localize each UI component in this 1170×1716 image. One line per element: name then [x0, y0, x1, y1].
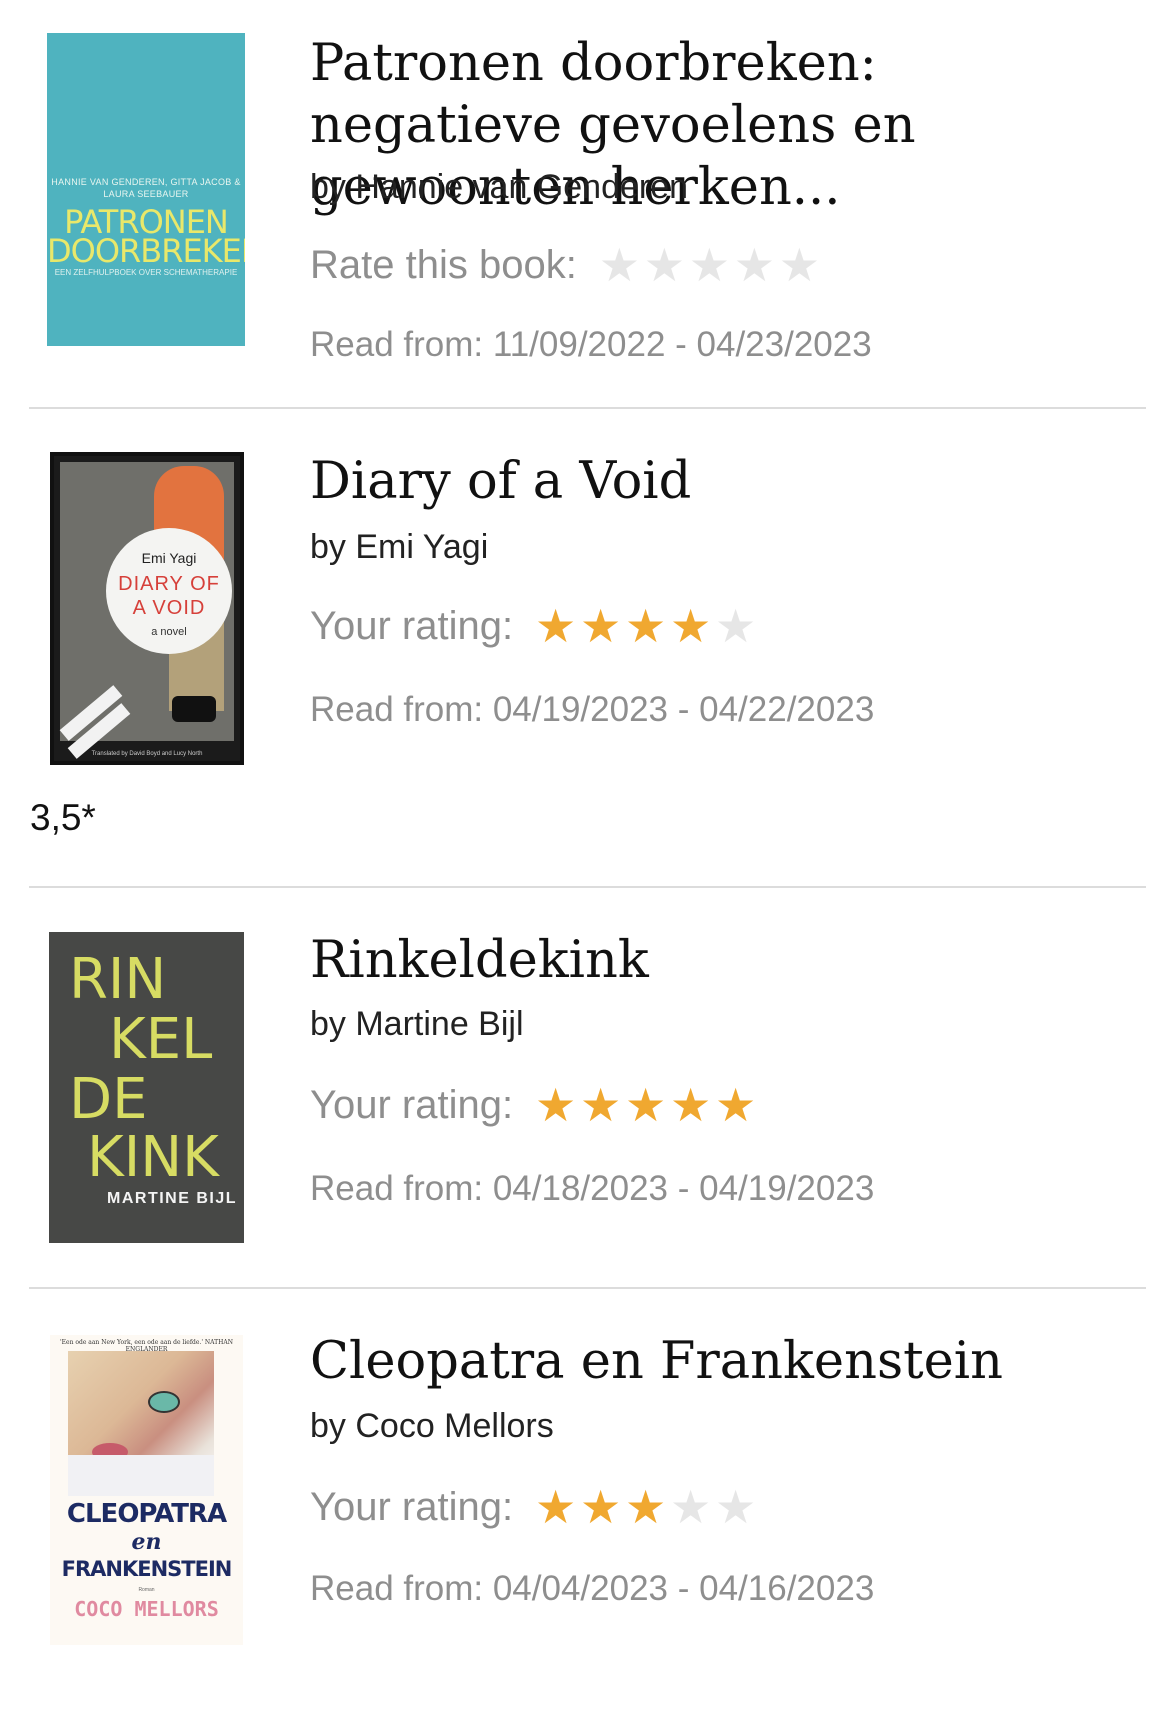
cover-title-line2: DOORBREKEN: [47, 232, 245, 270]
star-icon[interactable]: ★: [687, 242, 732, 288]
star-icon[interactable]: ★: [578, 1484, 623, 1530]
rate-stars[interactable]: ★ ★ ★ ★ ★: [597, 242, 822, 288]
row-divider: [29, 886, 1146, 888]
book-cover-patronen-doorbreken[interactable]: HANNIE VAN GENDEREN, GITTA JACOB & LAURA…: [47, 33, 245, 346]
book-cover-diary-of-a-void[interactable]: Emi Yagi DIARY OF A VOID a novel Transla…: [50, 452, 244, 765]
book-author[interactable]: by Coco Mellors: [310, 1407, 554, 1446]
cover-author: COCO MELLORS: [74, 1597, 219, 1621]
cover-title-line1: DIARY OF: [118, 573, 220, 595]
star-icon[interactable]: ★: [533, 1484, 578, 1530]
star-icon[interactable]: ★: [533, 603, 578, 649]
cover-title-line1: CLEOPATRA: [66, 1499, 227, 1529]
cover-figure-boot: [172, 696, 216, 722]
cover-authors: HANNIE VAN GENDEREN, GITTA JACOB & LAURA…: [51, 177, 241, 199]
review-note: 3,5*: [30, 797, 96, 838]
rating-stars[interactable]: ★ ★ ★ ★ ★: [533, 603, 758, 649]
cover-word-4: KINK: [87, 1125, 219, 1190]
star-icon[interactable]: ★: [578, 603, 623, 649]
read-dates: Read from: 04/04/2023 - 04/16/2023: [310, 1569, 875, 1608]
cover-word-2: KEL: [109, 1007, 213, 1072]
cover-illustration: [68, 1351, 214, 1496]
cover-novel: a novel: [151, 626, 187, 638]
cover-word-1: RIN: [69, 947, 167, 1012]
book-cover-rinkeldekink[interactable]: RIN KEL DE KINK MARTINE BIJL: [49, 932, 244, 1243]
rating-stars[interactable]: ★ ★ ★ ★ ★: [533, 1484, 758, 1530]
book-title[interactable]: Rinkeldekink: [310, 930, 1140, 992]
cover-title-line2: en: [131, 1529, 162, 1555]
book-author[interactable]: by Emi Yagi: [310, 528, 488, 567]
star-icon[interactable]: ★: [642, 242, 687, 288]
star-icon[interactable]: ★: [578, 1082, 623, 1128]
star-icon[interactable]: ★: [623, 1484, 668, 1530]
book-title[interactable]: Diary of a Void: [310, 451, 1140, 513]
star-icon[interactable]: ★: [777, 242, 822, 288]
book-author[interactable]: by Hannie van Genderen: [310, 168, 688, 207]
rating-label: Rate this book:: [310, 242, 577, 287]
rating-row: Your rating: ★ ★ ★ ★ ★: [310, 1484, 758, 1530]
rating-label: Your rating:: [310, 603, 514, 648]
cover-author: Emi Yagi: [141, 550, 197, 566]
star-icon[interactable]: ★: [533, 1082, 578, 1128]
cover-title-line2: A VOID: [132, 597, 206, 619]
book-author[interactable]: by Martine Bijl: [310, 1005, 524, 1044]
cover-eye: [148, 1391, 180, 1413]
rating-stars[interactable]: ★ ★ ★ ★ ★: [533, 1082, 758, 1128]
cover-roman: Roman: [138, 1587, 155, 1593]
read-dates: Read from: 04/19/2023 - 04/22/2023: [310, 690, 875, 729]
book-title[interactable]: Cleopatra en Frankenstein: [310, 1331, 1140, 1393]
cover-sheet: [68, 1455, 214, 1496]
cover-translators: Translated by David Boyd and Lucy North: [91, 751, 203, 757]
star-icon[interactable]: ★: [597, 242, 642, 288]
rating-row: Your rating: ★ ★ ★ ★ ★: [310, 603, 758, 649]
rating-row: Your rating: ★ ★ ★ ★ ★: [310, 1082, 758, 1128]
cover-author: MARTINE BIJL: [107, 1190, 237, 1207]
star-icon[interactable]: ★: [623, 1082, 668, 1128]
read-dates: Read from: 04/18/2023 - 04/19/2023: [310, 1169, 875, 1208]
star-icon[interactable]: ★: [668, 603, 713, 649]
star-icon[interactable]: ★: [732, 242, 777, 288]
cover-subtitle: EEN ZELFHULPBOEK OVER SCHEMATHERAPIE: [54, 268, 238, 277]
rating-label: Your rating:: [310, 1484, 514, 1529]
star-icon[interactable]: ★: [713, 603, 758, 649]
star-icon[interactable]: ★: [623, 603, 668, 649]
star-icon[interactable]: ★: [713, 1082, 758, 1128]
read-dates: Read from: 11/09/2022 - 04/23/2023: [310, 325, 872, 364]
star-icon[interactable]: ★: [713, 1484, 758, 1530]
cover-title-circle: Emi Yagi DIARY OF A VOID a novel: [106, 528, 232, 654]
row-divider: [29, 407, 1146, 409]
row-divider: [29, 1287, 1146, 1289]
rating-label: Your rating:: [310, 1082, 514, 1127]
book-cover-cleopatra-en-frankenstein[interactable]: 'Een ode aan New York, een ode aan de li…: [50, 1335, 243, 1645]
rating-row: Rate this book: ★ ★ ★ ★ ★: [310, 242, 822, 288]
star-icon[interactable]: ★: [668, 1082, 713, 1128]
star-icon[interactable]: ★: [668, 1484, 713, 1530]
cover-word-3: DE: [69, 1067, 148, 1132]
cover-title-line3: FRANKENSTEIN: [61, 1557, 233, 1581]
